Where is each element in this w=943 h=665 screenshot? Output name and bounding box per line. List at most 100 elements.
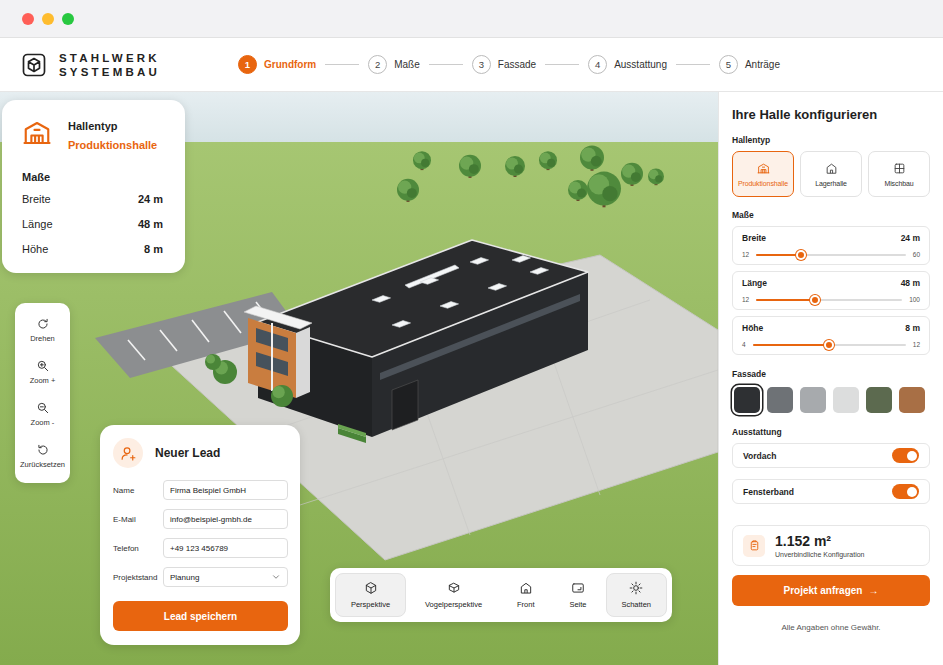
- zoom-in-icon: [36, 359, 50, 373]
- hedge: [338, 424, 366, 443]
- tree: [459, 155, 481, 178]
- view-tools: Drehen Zoom + Zoom - Zurücksetzen: [15, 303, 70, 483]
- hall-type-options: ProduktionshalleLagerhalle Mischbau: [732, 151, 930, 197]
- slider-thumb[interactable]: [824, 340, 834, 350]
- hall-info-card: HallentypProduktionshalleMaßeBreite24 mL…: [2, 100, 185, 273]
- camera-toolbar: Perspektive Vogelperspektive FrontSeite Sch…: [330, 568, 672, 622]
- slider-fill: [756, 254, 801, 256]
- hall-type-option[interactable]: Mischbau: [868, 151, 930, 197]
- section-title: Maße: [732, 210, 930, 220]
- slider-row: 12100: [742, 296, 920, 303]
- house-icon: [519, 581, 533, 595]
- slider-row: 1260: [742, 251, 920, 258]
- toggle-switch[interactable]: [892, 448, 919, 463]
- step[interactable]: 3Fassade: [472, 55, 536, 74]
- view-button[interactable]: Perspektive: [335, 573, 406, 617]
- minimize-button[interactable]: [42, 13, 54, 25]
- view-label: Vogelperspektive: [425, 600, 482, 609]
- step[interactable]: 1Grundform: [238, 55, 316, 74]
- slider-fill: [753, 344, 830, 346]
- app-header: STAHLWERKSYSTEMBAU1Grundform 2Maße 3Fassad…: [0, 38, 943, 92]
- step-label: Ausstattung: [614, 59, 667, 70]
- step-connector: [676, 64, 710, 65]
- grid-icon: [893, 162, 906, 175]
- hall-viewport[interactable]: HallentypProduktionshalleMaßeBreite24 mL…: [0, 92, 718, 665]
- hall-building[interactable]: [258, 240, 588, 437]
- dimension-slider: Breite24 m 1260: [732, 226, 930, 265]
- field-label: Projektstand: [113, 573, 163, 582]
- step[interactable]: 4Ausstattung: [588, 55, 667, 74]
- slider-track[interactable]: [756, 299, 902, 301]
- slider-thumb[interactable]: [810, 295, 820, 305]
- equipment-toggle-row: Vordach: [732, 443, 930, 468]
- brand-logo[interactable]: STAHLWERKSYSTEMBAU: [22, 51, 238, 79]
- info-title: HallentypProduktionshalle: [68, 118, 157, 151]
- tool-label: Zoom +: [30, 376, 56, 385]
- step-number: 5: [719, 55, 738, 74]
- slider-thumb[interactable]: [796, 250, 806, 260]
- color-swatch[interactable]: [767, 387, 793, 413]
- area-value: 1.152 m²: [775, 533, 865, 549]
- slider-header: Breite24 m: [742, 233, 920, 243]
- house-icon: [825, 162, 838, 175]
- close-button[interactable]: [22, 13, 34, 25]
- view-button[interactable]: Vogelperspektive: [409, 573, 498, 617]
- color-swatch[interactable]: [833, 387, 859, 413]
- step-connector: [325, 64, 359, 65]
- maximize-button[interactable]: [62, 13, 74, 25]
- bush: [271, 385, 293, 407]
- view-button[interactable]: Front: [501, 573, 550, 617]
- text-field[interactable]: +49 123 456789: [163, 538, 288, 558]
- slider-min: 12: [742, 251, 749, 258]
- tool-button[interactable]: Drehen: [15, 309, 70, 351]
- text-field[interactable]: info@beispiel-gmbh.de: [163, 509, 288, 529]
- color-swatch[interactable]: [734, 387, 760, 413]
- field-value: info@beispiel-gmbh.de: [170, 515, 252, 524]
- dimension-slider: Höhe8 m412: [732, 316, 930, 355]
- slider-track[interactable]: [753, 344, 906, 346]
- arrow-right-icon: →: [868, 585, 878, 596]
- step-label: Grundform: [264, 59, 316, 70]
- tool-button[interactable]: Zoom -: [15, 393, 70, 435]
- summary-note: Unverbindliche Konfiguration: [775, 551, 865, 558]
- window-titlebar: [0, 0, 943, 38]
- disclaimer: Alle Angaben ohne Gewähr.: [732, 623, 930, 632]
- step[interactable]: 2Maße: [368, 55, 420, 74]
- hall-type-label: Mischbau: [884, 180, 913, 187]
- select-field[interactable]: Planung: [163, 567, 288, 587]
- tool-button[interactable]: Zoom +: [15, 351, 70, 393]
- shadow-toggle[interactable]: Schatten: [606, 573, 668, 617]
- info-header: HallentypProduktionshalle: [22, 118, 163, 151]
- step[interactable]: 5 Anträge: [719, 55, 780, 74]
- step-connector: [545, 64, 579, 65]
- area-summary: 1.152 m² Unverbindliche Konfiguration: [732, 525, 930, 566]
- slider-value: 48 m: [901, 278, 920, 288]
- hall-type-option[interactable]: Lagerhalle: [800, 151, 862, 197]
- facade-swatches: [734, 387, 930, 413]
- toggle-switch[interactable]: [892, 484, 919, 499]
- hall-type-option[interactable]: Produktionshalle: [732, 151, 794, 197]
- tool-button[interactable]: Zurücksetzen: [15, 435, 70, 477]
- slider-fill: [756, 299, 814, 301]
- dimension-label: Länge: [22, 218, 53, 230]
- color-swatch[interactable]: [800, 387, 826, 413]
- person-add-icon: [113, 438, 143, 468]
- field-label: E-Mail: [113, 515, 163, 524]
- color-swatch[interactable]: [866, 387, 892, 413]
- request-project-button[interactable]: Projekt anfragen→: [732, 575, 930, 606]
- text-field[interactable]: Firma Beispiel GmbH: [163, 480, 288, 500]
- tree: [648, 168, 664, 185]
- slider-track[interactable]: [756, 254, 906, 256]
- tree: [587, 172, 621, 208]
- step-label: Anträge: [745, 59, 780, 70]
- slider-header: Länge48 m: [742, 278, 920, 288]
- tool-label: Zurücksetzen: [20, 460, 65, 469]
- step-number: 3: [472, 55, 491, 74]
- cube-logo-icon: [22, 53, 46, 77]
- view-button[interactable]: Seite: [554, 573, 603, 617]
- save-lead-button[interactable]: Lead speichern: [113, 601, 288, 631]
- form-row: ProjektstandPlanung: [113, 567, 288, 587]
- color-swatch[interactable]: [899, 387, 925, 413]
- view-label: Schatten: [621, 600, 651, 609]
- toggle-label: Fensterband: [743, 487, 794, 497]
